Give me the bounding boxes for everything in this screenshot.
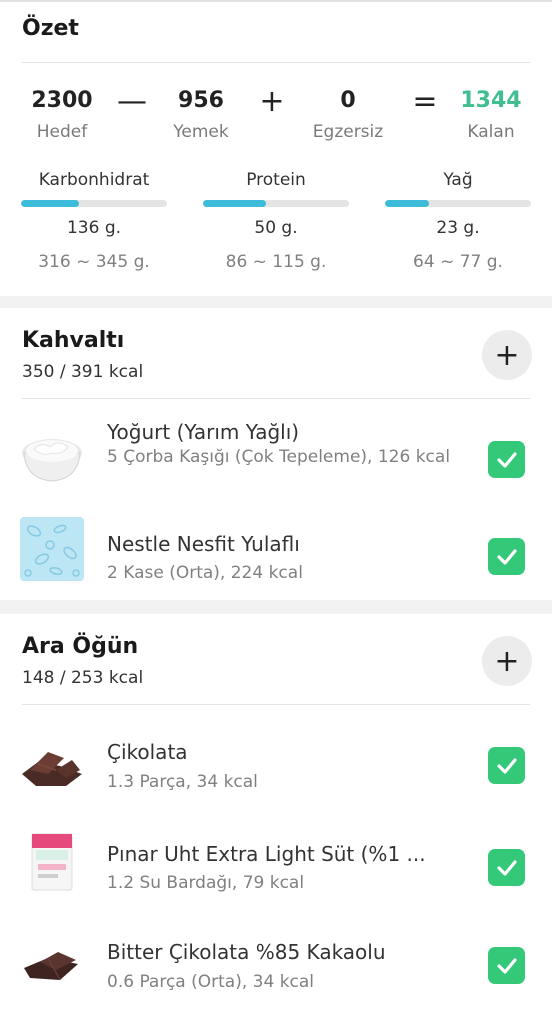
summary-card: Özet 2300 Hedef — 956 Yemek + 0 Egzersiz… xyxy=(0,0,552,296)
carb-label: Karbonhidrat xyxy=(38,170,150,190)
meal-title: Ara Öğün xyxy=(22,634,139,659)
plus-icon: + xyxy=(494,643,520,679)
plus-operator: + xyxy=(259,84,285,119)
meal-title: Kahvaltı xyxy=(22,328,125,353)
list-item[interactable]: Nestle Nesfit Yulaflı 2 Kase (Orta), 224… xyxy=(0,510,552,600)
goal-value: 2300 xyxy=(31,88,93,113)
yogurt-bowl-icon xyxy=(20,421,84,485)
list-item[interactable]: Yoğurt (Yarım Yağlı) 5 Çorba Kaşığı (Çok… xyxy=(0,400,552,510)
goal-label: Hedef xyxy=(36,122,88,142)
food-detail: 2 Kase (Orta), 224 kcal xyxy=(107,563,303,583)
protein-label: Protein xyxy=(246,170,306,190)
check-icon xyxy=(496,548,517,565)
fat-progress-fill xyxy=(385,200,429,207)
checkbox-checked[interactable] xyxy=(488,947,525,984)
equals-operator: = xyxy=(412,84,438,119)
food-detail: 1.3 Parça, 34 kcal xyxy=(107,772,258,792)
check-icon xyxy=(496,859,517,876)
food-detail: 0.6 Parça (Orta), 34 kcal xyxy=(107,972,315,992)
meal-card-snack: Ara Öğün 148 / 253 kcal + Çikolata 1.3 P… xyxy=(0,614,552,1024)
fat-value: 23 g. xyxy=(436,218,480,238)
food-detail: 1.2 Su Bardağı, 79 kcal xyxy=(107,873,305,893)
carb-progress-fill xyxy=(21,200,80,207)
exercise-value: 0 xyxy=(340,88,356,113)
plus-icon: + xyxy=(494,337,520,373)
exercise-label: Egzersiz xyxy=(312,122,384,142)
divider xyxy=(22,398,530,399)
cereal-pattern-icon xyxy=(20,517,84,581)
divider xyxy=(22,62,530,63)
fat-progress-bar xyxy=(385,200,531,207)
check-icon xyxy=(496,451,517,468)
add-food-button[interactable]: + xyxy=(482,330,532,380)
checkbox-checked[interactable] xyxy=(488,441,525,478)
protein-progress-fill xyxy=(203,200,266,207)
milk-carton-icon xyxy=(24,828,80,892)
carb-progress-bar xyxy=(21,200,167,207)
meal-card-breakfast: Kahvaltı 350 / 391 kcal + Yoğurt (Yarım … xyxy=(0,308,552,600)
dark-chocolate-icon xyxy=(20,928,84,992)
chocolate-icon xyxy=(20,730,84,794)
checkbox-checked[interactable] xyxy=(488,538,525,575)
protein-range: 86 ~ 115 g. xyxy=(225,252,327,272)
protein-progress-bar xyxy=(203,200,349,207)
protein-value: 50 g. xyxy=(254,218,298,238)
list-item[interactable]: Bitter Çikolata %85 Kakaolu 0.6 Parça (O… xyxy=(0,906,552,1006)
checkbox-checked[interactable] xyxy=(488,747,525,784)
fat-range: 64 ~ 77 g. xyxy=(413,252,503,272)
summary-title: Özet xyxy=(22,16,79,41)
food-name: Bitter Çikolata %85 Kakaolu xyxy=(107,940,386,964)
check-icon xyxy=(496,757,517,774)
minus-operator: — xyxy=(117,84,147,119)
remaining-value: 1344 xyxy=(460,88,522,113)
food-name: Nestle Nesfit Yulaflı xyxy=(107,532,300,556)
list-item[interactable]: Çikolata 1.3 Parça, 34 kcal xyxy=(0,706,552,806)
carb-value: 136 g. xyxy=(66,218,122,238)
remaining-label: Kalan xyxy=(467,122,515,142)
list-item[interactable]: Pınar Uht Extra Light Süt (%1 ... 1.2 Su… xyxy=(0,806,552,906)
fat-label: Yağ xyxy=(443,170,473,190)
food-detail: 5 Çorba Kaşığı (Çok Tepeleme), 126 kcal xyxy=(107,447,451,467)
check-icon xyxy=(496,957,517,974)
carb-range: 316 ~ 345 g. xyxy=(38,252,150,272)
food-name: Pınar Uht Extra Light Süt (%1 ... xyxy=(107,842,426,866)
meal-kcal: 148 / 253 kcal xyxy=(22,668,144,688)
food-name: Çikolata xyxy=(107,740,188,764)
food-label: Yemek xyxy=(173,122,229,142)
meal-kcal: 350 / 391 kcal xyxy=(22,362,144,382)
food-value: 956 xyxy=(178,88,224,113)
checkbox-checked[interactable] xyxy=(488,849,525,886)
food-name: Yoğurt (Yarım Yağlı) xyxy=(107,420,300,444)
divider xyxy=(22,704,530,705)
add-food-button[interactable]: + xyxy=(482,636,532,686)
